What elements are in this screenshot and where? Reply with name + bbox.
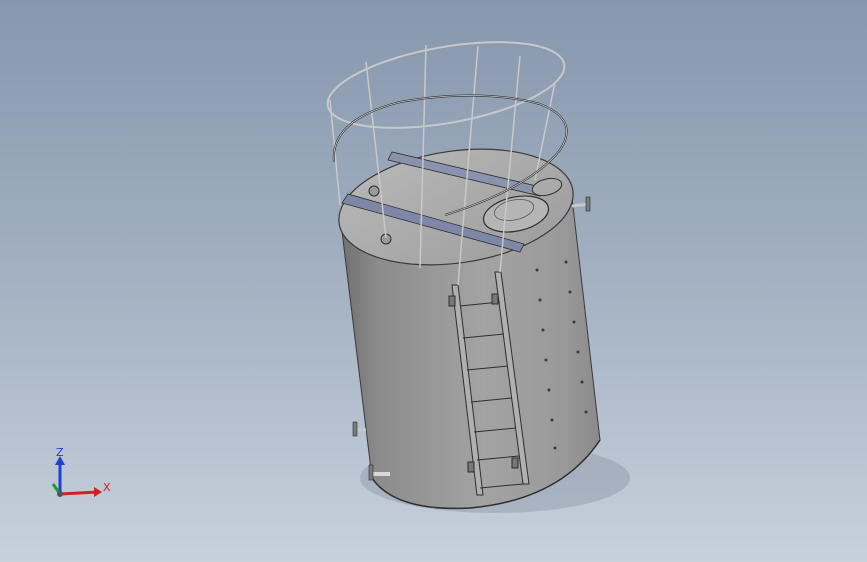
graphics-viewport[interactable]: Z X: [0, 0, 867, 562]
x-axis-arrow: [94, 487, 102, 497]
z-axis-label: Z: [56, 446, 64, 459]
x-axis-label: X: [103, 481, 111, 494]
x-axis-line: [59, 490, 99, 496]
tank-model[interactable]: [0, 0, 867, 562]
side-nozzle-left: [352, 421, 366, 437]
triad-origin: [57, 491, 63, 497]
top-flange-1: [368, 185, 380, 197]
guard-rail-top-ring: [326, 41, 566, 129]
side-nozzle-right: [571, 196, 591, 212]
coordinate-triad[interactable]: Z X: [44, 446, 114, 506]
